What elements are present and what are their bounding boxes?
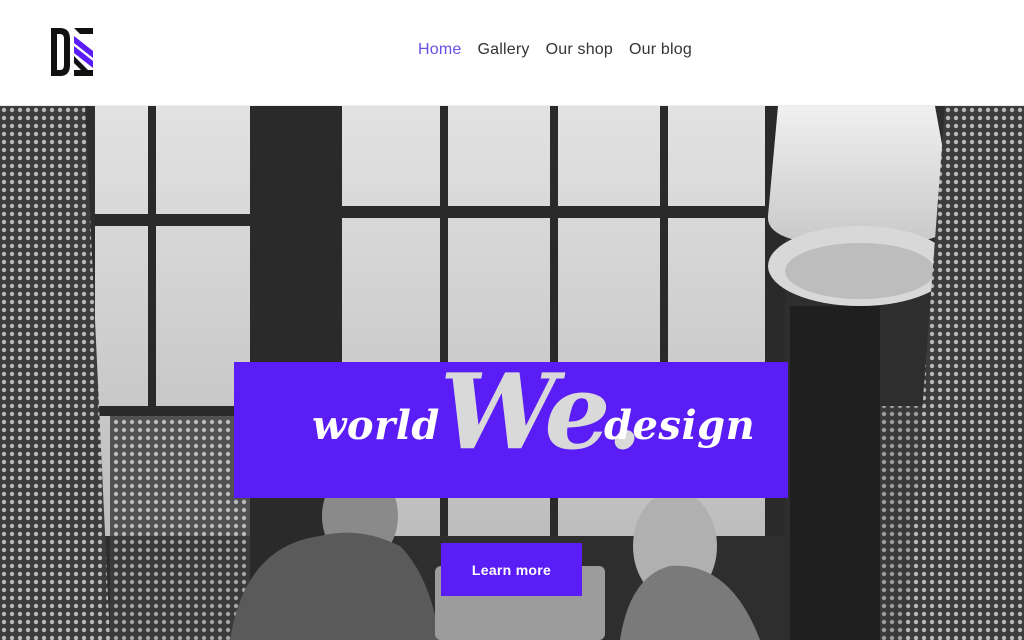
hero-word-right: design <box>604 402 756 449</box>
hero-word-left: world <box>312 402 440 449</box>
nav-gallery[interactable]: Gallery <box>477 41 529 59</box>
nav-our-blog[interactable]: Our blog <box>629 41 692 59</box>
ds-logo-icon <box>51 28 93 76</box>
nav-our-shop[interactable]: Our shop <box>546 41 613 59</box>
learn-more-button[interactable]: Learn more <box>441 543 582 596</box>
hero-banner: world We. design <box>234 360 788 498</box>
hero-section: world We. design Learn more <box>0 106 1024 640</box>
main-nav: Home Gallery Our shop Our blog <box>418 41 692 59</box>
site-header: Home Gallery Our shop Our blog <box>0 0 1024 106</box>
nav-home[interactable]: Home <box>418 41 461 59</box>
ds-logo[interactable] <box>50 27 94 77</box>
